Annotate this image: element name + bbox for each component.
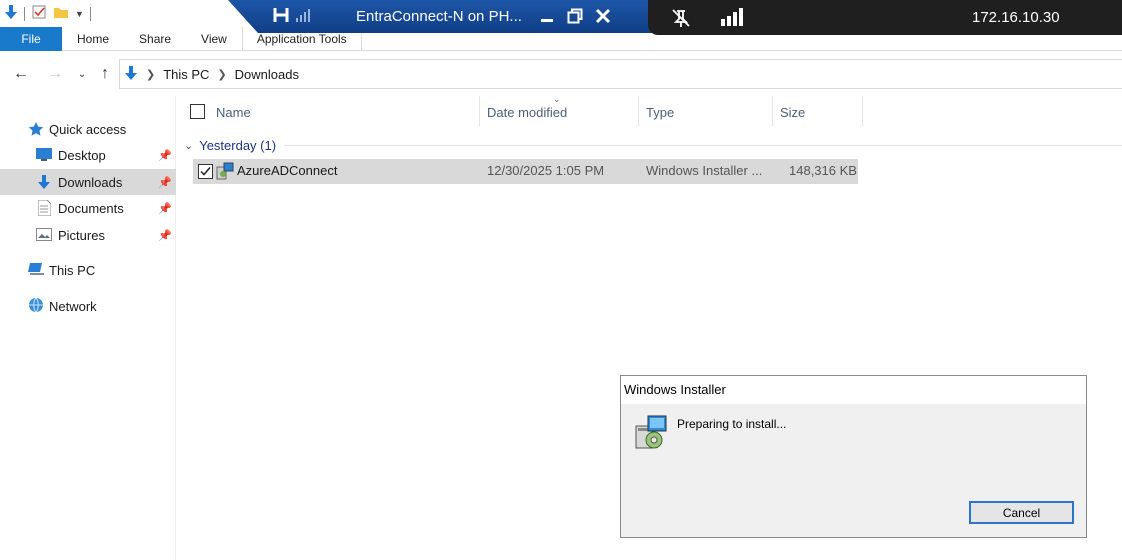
address-row: ← → ⌄ ↑ ❯ This PC ❯ Downloads xyxy=(0,52,1122,96)
column-header-name[interactable]: Name xyxy=(216,96,251,128)
tab-view[interactable]: View xyxy=(186,27,242,51)
dialog-title: Windows Installer xyxy=(621,376,1086,404)
restore-button[interactable] xyxy=(564,5,586,27)
properties-icon[interactable] xyxy=(31,4,47,23)
group-divider xyxy=(284,145,1122,146)
signal-strength-icon xyxy=(721,8,745,29)
sidebar-item-pictures[interactable]: Pictures 📌 xyxy=(0,222,176,248)
up-button[interactable]: ↑ xyxy=(95,64,115,84)
downloads-icon xyxy=(37,174,55,190)
connection-quality-icon xyxy=(296,8,314,25)
computer-icon xyxy=(28,262,46,278)
network-icon xyxy=(27,297,45,313)
sidebar-item-downloads[interactable]: Downloads 📌 xyxy=(0,169,176,195)
sidebar-item-network[interactable]: Network xyxy=(0,293,176,319)
desktop-icon xyxy=(36,148,54,164)
sidebar-item-label: This PC xyxy=(49,262,96,278)
connection-title: EntraConnect-N on PH... xyxy=(356,8,522,25)
pin-icon[interactable]: 📌 xyxy=(158,149,172,162)
session-status-bar: 172.16.10.30 xyxy=(648,0,1122,35)
row-checkbox[interactable] xyxy=(198,164,213,179)
file-name: AzureADConnect xyxy=(237,163,338,178)
tab-home[interactable]: Home xyxy=(62,27,124,51)
sidebar-item-label: Desktop xyxy=(58,147,106,163)
column-divider[interactable] xyxy=(479,96,480,126)
tab-share[interactable]: Share xyxy=(124,27,186,51)
column-header-size[interactable]: Size xyxy=(780,96,805,128)
breadcrumb-chevron-icon: ❯ xyxy=(146,68,156,81)
toolbar-divider xyxy=(24,6,25,21)
group-label: Yesterday (1) xyxy=(199,137,277,153)
customize-dropdown-icon[interactable]: ▼ xyxy=(75,9,84,19)
column-header-type[interactable]: Type xyxy=(646,96,674,128)
pin-icon[interactable]: 📌 xyxy=(158,229,172,242)
navigation-pane: Quick access Desktop 📌 Downloads 📌 Docum… xyxy=(0,96,176,560)
installer-icon xyxy=(634,414,670,452)
sidebar-item-label: Pictures xyxy=(58,227,105,243)
breadcrumb-downloads[interactable]: Downloads xyxy=(235,67,299,82)
breadcrumb-chevron-icon: ❯ xyxy=(217,68,227,81)
recent-locations-chevron-icon[interactable]: ⌄ xyxy=(72,64,92,84)
sidebar-item-label: Downloads xyxy=(58,174,123,190)
minimize-button[interactable] xyxy=(536,5,558,27)
cancel-button[interactable]: Cancel xyxy=(969,501,1074,524)
installer-package-icon xyxy=(216,162,234,183)
sidebar-item-this-pc[interactable]: This PC xyxy=(0,257,176,283)
downloads-location-icon xyxy=(124,65,138,84)
pin-icon[interactable]: 📌 xyxy=(158,202,172,215)
sidebar-item-label: Documents xyxy=(58,200,124,216)
sidebar-item-label: Quick access xyxy=(49,121,127,137)
pin-icon[interactable]: 📌 xyxy=(158,176,172,189)
installer-dialog: Windows Installer Preparing to install..… xyxy=(620,375,1087,538)
download-arrow-icon[interactable] xyxy=(4,4,18,23)
file-date: 12/30/2025 1:05 PM xyxy=(487,163,605,178)
sidebar-item-quick-access[interactable]: Quick access xyxy=(0,116,176,142)
collapse-chevron-icon[interactable]: ⌄ xyxy=(184,139,193,152)
column-divider[interactable] xyxy=(772,96,773,126)
remote-connection-bar: EntraConnect-N on PH... xyxy=(228,0,658,33)
select-all-checkbox[interactable] xyxy=(190,104,205,119)
table-row[interactable]: AzureADConnect 12/30/2025 1:05 PM Window… xyxy=(193,159,858,184)
ip-address: 172.16.10.30 xyxy=(972,9,1060,26)
toolbar-divider xyxy=(89,6,91,21)
star-icon xyxy=(28,121,46,137)
back-button[interactable]: ← xyxy=(11,64,31,84)
column-divider[interactable] xyxy=(862,96,863,126)
tab-file[interactable]: File xyxy=(0,27,62,51)
sidebar-item-desktop[interactable]: Desktop 📌 xyxy=(0,142,176,168)
disconnected-pin-icon[interactable] xyxy=(670,7,692,32)
file-type: Windows Installer ... xyxy=(646,163,763,178)
new-folder-icon[interactable] xyxy=(53,4,69,23)
sidebar-item-label: Network xyxy=(49,298,97,314)
close-button[interactable] xyxy=(592,5,614,27)
column-divider[interactable] xyxy=(638,96,639,126)
breadcrumb-this-pc[interactable]: This PC xyxy=(163,67,209,82)
dialog-message: Preparing to install... xyxy=(677,417,787,431)
documents-icon xyxy=(37,199,56,217)
quick-access-toolbar: ▼ xyxy=(0,0,230,27)
file-size: 148,316 KB xyxy=(789,163,857,178)
sort-chevron-icon: ⌄ xyxy=(553,94,561,104)
sidebar-item-documents[interactable]: Documents 📌 xyxy=(0,195,176,221)
forward-button[interactable]: → xyxy=(45,64,65,84)
pictures-icon xyxy=(36,228,54,244)
group-header[interactable]: ⌄ Yesterday (1) xyxy=(184,136,276,154)
address-bar[interactable]: ❯ This PC ❯ Downloads xyxy=(119,59,1122,89)
pin-icon[interactable] xyxy=(272,5,290,25)
